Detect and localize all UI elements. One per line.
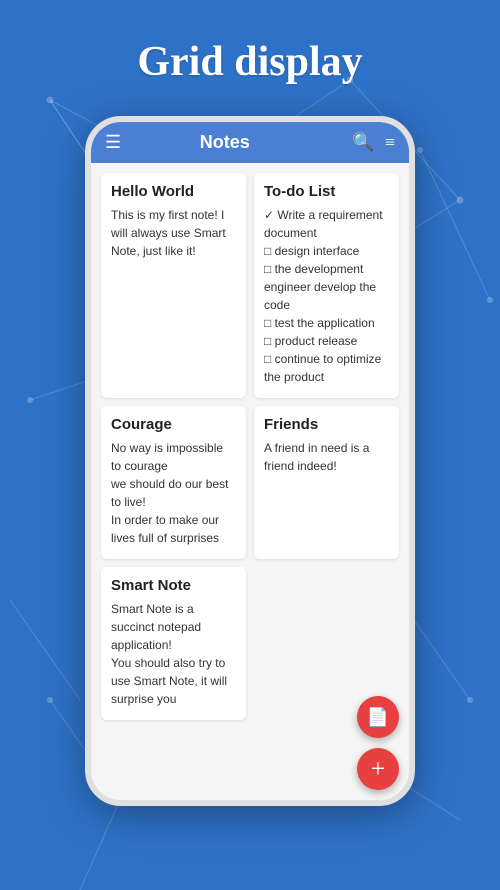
phone-mockup: ☰ Notes 🔍 ≡ Hello World This is my first…	[85, 116, 415, 806]
note-body-courage: No way is impossible to courage we shoul…	[111, 439, 236, 547]
document-icon: 📄	[367, 707, 389, 728]
note-card-todo-list[interactable]: To-do List ✓ Write a requirement documen…	[254, 173, 399, 398]
note-body-smart-note: Smart Note is a succinct notepad applica…	[111, 600, 236, 708]
notes-grid: Hello World This is my first note! I wil…	[91, 163, 409, 730]
document-fab[interactable]: 📄	[357, 696, 399, 738]
page-title: Grid display	[0, 0, 500, 116]
filter-icon[interactable]: ≡	[385, 132, 395, 153]
note-title-courage: Courage	[111, 416, 236, 433]
note-title-todo-list: To-do List	[264, 183, 389, 200]
note-body-hello-world: This is my first note! I will always use…	[111, 206, 236, 260]
note-body-todo-list: ✓ Write a requirement document □ design …	[264, 206, 389, 386]
search-icon[interactable]: 🔍	[352, 132, 374, 153]
add-icon: +	[371, 754, 386, 784]
app-bar-title: Notes	[107, 132, 342, 153]
note-card-friends[interactable]: Friends A friend in need is a friend ind…	[254, 406, 399, 559]
note-body-friends: A friend in need is a friend indeed!	[264, 439, 389, 475]
note-card-hello-world[interactable]: Hello World This is my first note! I wil…	[101, 173, 246, 398]
note-title-hello-world: Hello World	[111, 183, 236, 200]
note-title-smart-note: Smart Note	[111, 577, 236, 594]
note-card-courage[interactable]: Courage No way is impossible to courage …	[101, 406, 246, 559]
app-bar: ☰ Notes 🔍 ≡	[91, 122, 409, 163]
note-card-smart-note[interactable]: Smart Note Smart Note is a succinct note…	[101, 567, 246, 720]
add-fab[interactable]: +	[357, 748, 399, 790]
note-title-friends: Friends	[264, 416, 389, 433]
